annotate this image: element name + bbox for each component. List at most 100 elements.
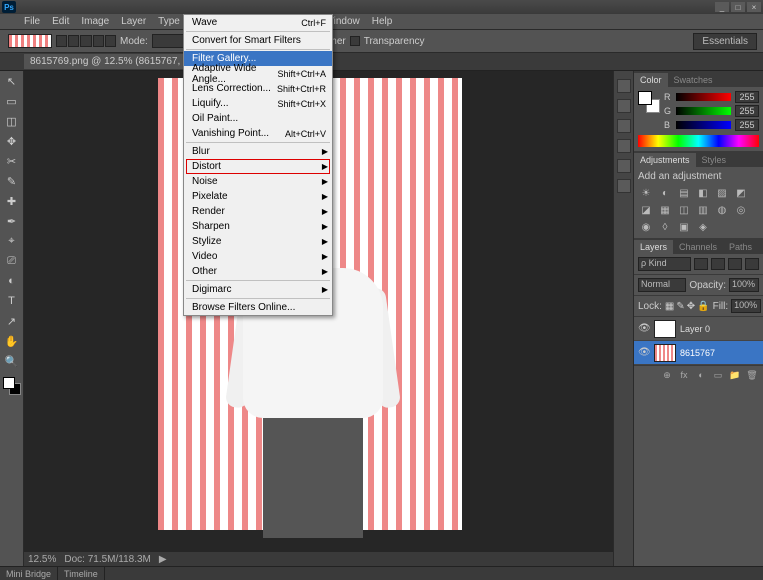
menu-layer[interactable]: Layer <box>115 14 152 29</box>
tool-item[interactable]: ✚ <box>3 193 21 209</box>
menu-item-stylize[interactable]: Stylize▶ <box>184 234 332 249</box>
tool-item[interactable]: T <box>3 293 21 309</box>
adjustment-icon[interactable]: ▣ <box>676 220 692 234</box>
tool-item[interactable]: ◐ <box>3 273 21 289</box>
transparency-checkbox[interactable] <box>350 36 360 46</box>
workspace-switcher[interactable]: Essentials <box>693 33 757 50</box>
menu-item-pixelate[interactable]: Pixelate▶ <box>184 189 332 204</box>
layer-filter-icon[interactable] <box>728 258 742 270</box>
tab-paths[interactable]: Paths <box>723 240 758 254</box>
tool-item[interactable]: ✎ <box>3 173 21 189</box>
adjustment-icon[interactable]: ◪ <box>638 203 654 217</box>
adjustment-icon[interactable]: ◧ <box>695 186 711 200</box>
tab-swatches[interactable]: Swatches <box>668 73 719 87</box>
fill-value[interactable]: 100% <box>731 299 761 313</box>
adjustment-icon[interactable]: ▤ <box>676 186 692 200</box>
layer-filter-icon[interactable] <box>711 258 725 270</box>
menu-item-lens-correction[interactable]: Lens Correction...Shift+Ctrl+R <box>184 81 332 96</box>
layers-footer-icon[interactable]: 🗑 <box>745 369 759 381</box>
layer-thumbnail[interactable] <box>654 320 676 338</box>
layer-filter-icon[interactable] <box>745 258 759 270</box>
adjustment-icon[interactable]: ◩ <box>733 186 749 200</box>
menu-item-vanishing-point[interactable]: Vanishing Point...Alt+Ctrl+V <box>184 126 332 141</box>
tab-styles[interactable]: Styles <box>696 153 733 167</box>
tool-item[interactable]: ✒ <box>3 213 21 229</box>
tab-color[interactable]: Color <box>634 73 668 87</box>
menu-item-adaptive-wide-angle[interactable]: Adaptive Wide Angle...Shift+Ctrl+A <box>184 66 332 81</box>
tab-mini-bridge[interactable]: Mini Bridge <box>0 567 58 580</box>
gradient-type-diamond[interactable] <box>105 35 116 47</box>
menu-type[interactable]: Type <box>152 14 186 29</box>
menu-item-liquify[interactable]: Liquify...Shift+Ctrl+X <box>184 96 332 111</box>
tool-item[interactable]: ⌖ <box>3 233 21 249</box>
menu-item-browse-filters-online[interactable]: Browse Filters Online... <box>184 300 332 315</box>
menu-item-distort[interactable]: Distort▶ <box>184 159 332 174</box>
fg-bg-colors[interactable] <box>3 377 21 395</box>
tool-item[interactable]: ↖ <box>3 73 21 89</box>
adjustment-icon[interactable]: ◎ <box>733 203 749 217</box>
tool-item[interactable]: ✋ <box>3 333 21 349</box>
menu-item-blur[interactable]: Blur▶ <box>184 144 332 159</box>
blend-mode-select[interactable]: Normal <box>638 278 686 292</box>
menu-help[interactable]: Help <box>366 14 399 29</box>
lock-icon[interactable]: ▦ <box>665 301 674 312</box>
maximize-button[interactable]: □ <box>731 2 745 12</box>
visibility-icon[interactable]: 👁 <box>638 323 650 334</box>
menu-file[interactable]: File <box>18 14 46 29</box>
color-slider[interactable] <box>676 107 731 115</box>
dock-panel-icon[interactable] <box>617 99 631 113</box>
adjustment-icon[interactable]: ◐ <box>657 186 673 200</box>
lock-icon[interactable]: 🔒 <box>697 301 709 312</box>
tool-item[interactable]: ◫ <box>3 113 21 129</box>
dock-panel-icon[interactable] <box>617 179 631 193</box>
adjustment-icon[interactable]: ▨ <box>714 186 730 200</box>
dock-panel-icon[interactable] <box>617 159 631 173</box>
layers-footer-icon[interactable]: fx <box>677 369 691 381</box>
menu-item-digimarc[interactable]: Digimarc▶ <box>184 282 332 297</box>
dock-panel-icon[interactable] <box>617 139 631 153</box>
visibility-icon[interactable]: 👁 <box>638 347 650 358</box>
channel-value[interactable]: 255 <box>735 119 759 131</box>
dock-panel-icon[interactable] <box>617 119 631 133</box>
tool-item[interactable]: ↗ <box>3 313 21 329</box>
layers-footer-icon[interactable]: 📁 <box>728 369 742 381</box>
gradient-type-linear[interactable] <box>56 35 67 47</box>
menu-item-sharpen[interactable]: Sharpen▶ <box>184 219 332 234</box>
adjustment-icon[interactable]: ◈ <box>695 220 711 234</box>
gradient-type-reflected[interactable] <box>93 35 104 47</box>
dock-panel-icon[interactable] <box>617 79 631 93</box>
tab-timeline[interactable]: Timeline <box>58 567 105 580</box>
menu-item-noise[interactable]: Noise▶ <box>184 174 332 189</box>
lock-icon[interactable]: ✎ <box>676 301 684 312</box>
adjustment-icon[interactable]: ▦ <box>657 203 673 217</box>
layers-footer-icon[interactable]: ◐ <box>694 369 708 381</box>
channel-value[interactable]: 255 <box>735 105 759 117</box>
layers-footer-icon[interactable]: ⊕ <box>660 369 674 381</box>
gradient-type-radial[interactable] <box>68 35 79 47</box>
lock-icon[interactable]: ✥ <box>687 301 695 312</box>
menu-item-video[interactable]: Video▶ <box>184 249 332 264</box>
tab-adjustments[interactable]: Adjustments <box>634 153 696 167</box>
opacity-value[interactable]: 100% <box>729 278 759 292</box>
tool-item[interactable]: ▭ <box>3 93 21 109</box>
color-ramp[interactable] <box>638 135 759 147</box>
tab-channels[interactable]: Channels <box>673 240 723 254</box>
minimize-button[interactable]: _ <box>715 2 729 12</box>
adjustment-icon[interactable]: ◫ <box>676 203 692 217</box>
menu-item-oil-paint[interactable]: Oil Paint... <box>184 111 332 126</box>
menu-item-convert-for-smart-filters[interactable]: Convert for Smart Filters <box>184 33 332 48</box>
tool-item[interactable]: 🔍 <box>3 353 21 369</box>
layers-footer-icon[interactable]: ▭ <box>711 369 725 381</box>
color-slider[interactable] <box>676 121 731 129</box>
tool-item[interactable]: ✂ <box>3 153 21 169</box>
channel-value[interactable]: 255 <box>735 91 759 103</box>
tool-item[interactable]: ✥ <box>3 133 21 149</box>
menu-item-other[interactable]: Other▶ <box>184 264 332 279</box>
layer-thumbnail[interactable] <box>654 344 676 362</box>
tab-layers[interactable]: Layers <box>634 240 673 254</box>
close-button[interactable]: × <box>747 2 761 12</box>
gradient-preview[interactable] <box>8 34 52 48</box>
adjustment-icon[interactable]: ▥ <box>695 203 711 217</box>
menu-edit[interactable]: Edit <box>46 14 75 29</box>
status-arrow-icon[interactable]: ▶ <box>159 554 167 565</box>
